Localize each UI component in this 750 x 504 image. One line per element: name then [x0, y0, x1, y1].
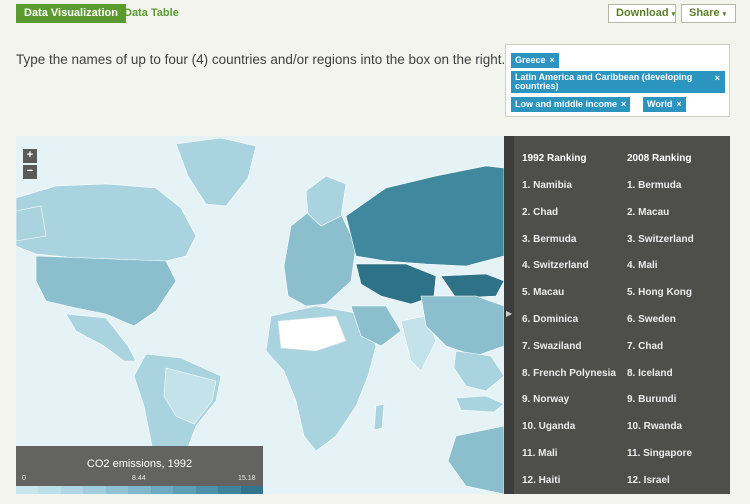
download-label: Download	[616, 7, 669, 19]
ranking-1992-item[interactable]: 9. Norway	[522, 389, 616, 416]
ranking-2008-column: 2008 Ranking 1. Bermuda 2. Macau 3. Switze…	[627, 153, 694, 497]
caret-down-icon: ▾	[671, 11, 676, 18]
remove-icon[interactable]: ×	[550, 55, 555, 65]
ranking-1992-header: 1992 Ranking	[522, 153, 587, 164]
legend-swatch	[128, 486, 151, 494]
ranking-2008-item[interactable]: 8. Iceland	[627, 363, 694, 390]
legend-swatch	[195, 486, 219, 494]
southeast-asia-region	[453, 350, 504, 392]
alaska-region	[16, 205, 47, 242]
ranking-1992-column: 1992 Ranking 1. Namibia 2. Chad 3. Bermuda…	[522, 153, 616, 497]
country-selector-input[interactable]: Greece × Latin America and Caribbean (dev…	[505, 44, 730, 117]
chip-label: Greece	[515, 55, 546, 65]
ranking-1992-item[interactable]: 12. Haiti	[522, 470, 616, 497]
ranking-2008-header: 2008 Ranking	[627, 153, 692, 164]
ranking-2008-item[interactable]: 1. Bermuda	[627, 175, 694, 202]
legend-swatch	[150, 486, 174, 494]
remove-icon[interactable]: ×	[676, 99, 681, 109]
country-chip-latin-america: Latin America and Caribbean (developing …	[511, 71, 725, 93]
instruction-text: Type the names of up to four (4) countri…	[16, 52, 506, 67]
legend-swatch	[218, 486, 241, 494]
ranking-1992-item[interactable]: 4. Switzerland	[522, 255, 616, 282]
usa-region	[35, 255, 177, 327]
legend-swatch	[16, 486, 39, 494]
legend-swatch	[83, 486, 106, 494]
legend-swatch	[240, 486, 263, 494]
tab-data-visualization[interactable]: Data Visualization	[16, 4, 126, 23]
tab-data-table[interactable]: Data Table	[124, 4, 179, 23]
legend-swatch	[173, 486, 196, 494]
ranking-2008-item[interactable]: 2. Macau	[627, 202, 694, 229]
ranking-1992-item[interactable]: 5. Macau	[522, 282, 616, 309]
russia-region	[345, 165, 504, 267]
legend-title: CO2 emissions, 1992	[86, 458, 193, 470]
chip-label: Low and middle income	[515, 99, 618, 109]
ranking-1992-item[interactable]: 10. Uganda	[522, 416, 616, 443]
greenland-region	[175, 137, 257, 207]
ranking-1992-item[interactable]: 11. Mali	[522, 443, 616, 470]
world-map[interactable]: + −	[16, 136, 504, 494]
legend-color-scale	[16, 486, 263, 494]
legend-mid-label: 8.44	[132, 475, 146, 482]
ranking-1992-item[interactable]: 3. Bermuda	[522, 229, 616, 256]
ranking-2008-item[interactable]: 12. Israel	[627, 470, 694, 497]
ranking-2008-item[interactable]: 9. Burundi	[627, 389, 694, 416]
country-chip-world: World ×	[643, 97, 686, 112]
indonesia-region	[455, 395, 504, 413]
ranking-1992-item[interactable]: 1. Namibia	[522, 175, 616, 202]
ranking-1992-item[interactable]: 8. French Polynesia	[522, 363, 616, 390]
map-svg	[16, 137, 504, 494]
ranking-2008-item[interactable]: 6. Sweden	[627, 309, 694, 336]
share-label: Share	[689, 7, 720, 19]
legend-swatch	[60, 486, 84, 494]
ranking-2008-item[interactable]: 5. Hong Kong	[627, 282, 694, 309]
ranking-2008-item[interactable]: 3. Switzerland	[627, 229, 694, 256]
remove-icon[interactable]: ×	[715, 73, 720, 84]
chip-label: Latin America and Caribbean (developing …	[515, 72, 693, 91]
legend-max-label: 15.18	[238, 475, 256, 482]
ranking-2008-item[interactable]: 7. Chad	[627, 336, 694, 363]
ranking-1992-item[interactable]: 7. Swaziland	[522, 336, 616, 363]
zoom-in-button[interactable]: +	[23, 149, 37, 163]
madagascar-region	[373, 403, 385, 431]
zoom-out-button[interactable]: −	[23, 165, 37, 179]
collapse-arrow-icon: ▶	[506, 309, 513, 318]
mongolia-region	[440, 273, 504, 299]
ranking-1992-item[interactable]: 6. Dominica	[522, 309, 616, 336]
ranking-2008-item[interactable]: 11. Singapore	[627, 443, 694, 470]
share-button[interactable]: Share ▾	[681, 4, 736, 23]
country-chip-low-middle-income: Low and middle income ×	[511, 97, 631, 112]
legend-min-label: 0	[22, 475, 26, 482]
download-button[interactable]: Download ▾	[608, 4, 676, 23]
caret-down-icon: ▾	[722, 11, 727, 18]
ranking-2008-item[interactable]: 4. Mali	[627, 255, 694, 282]
ranking-2008-item[interactable]: 10. Rwanda	[627, 416, 694, 443]
ranking-1992-item[interactable]: 2. Chad	[522, 202, 616, 229]
legend-swatch	[38, 486, 61, 494]
legend-swatch	[105, 486, 129, 494]
map-legend: CO2 emissions, 1992 0 8.44 15.18	[16, 446, 263, 494]
australia-region	[447, 425, 504, 494]
china-region	[420, 295, 504, 357]
country-chip-greece: Greece ×	[511, 53, 559, 68]
remove-icon[interactable]: ×	[621, 99, 626, 109]
chip-label: World	[647, 99, 673, 109]
